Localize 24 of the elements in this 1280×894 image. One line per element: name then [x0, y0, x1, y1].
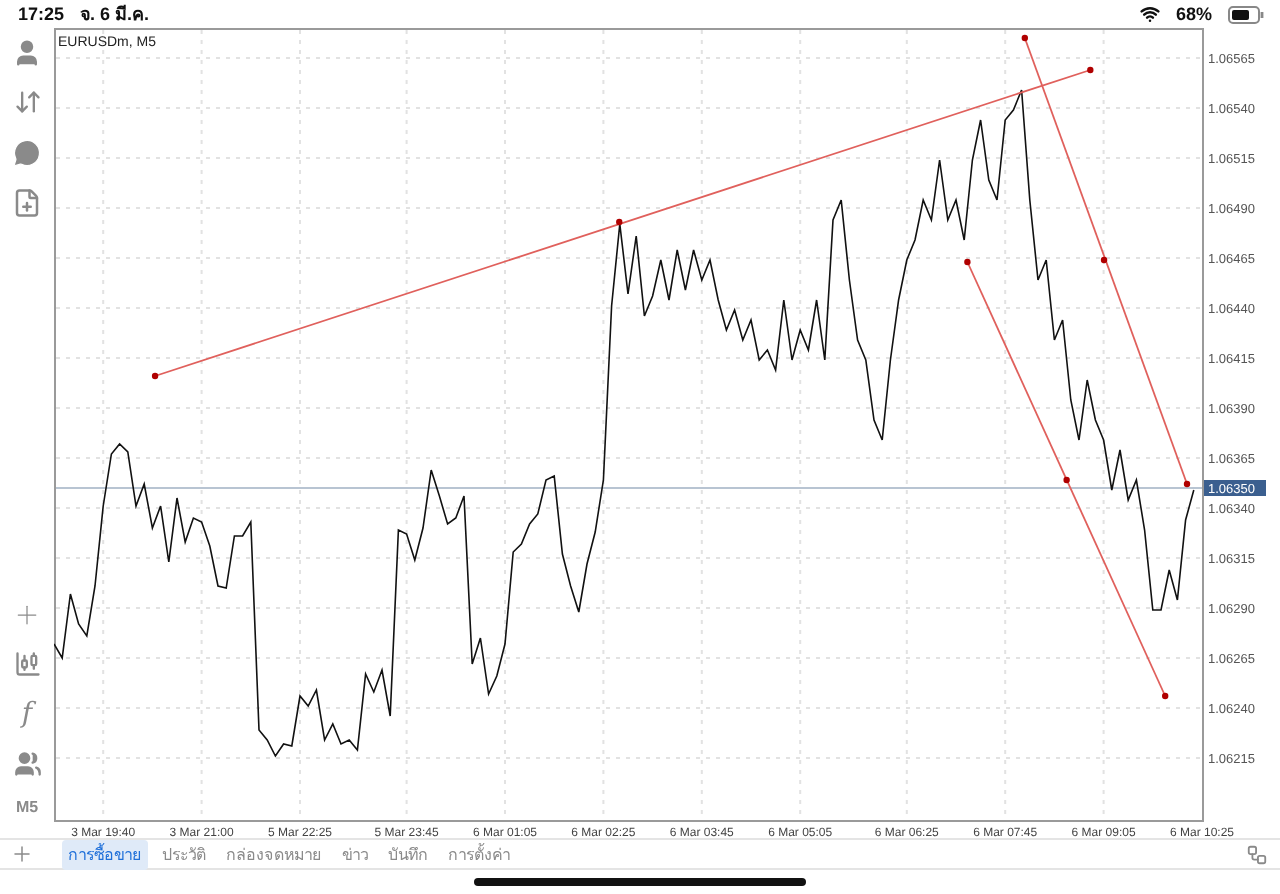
indicator-button[interactable]: f	[11, 698, 43, 730]
wifi-icon	[1139, 4, 1160, 24]
status-date: จ. 6 มี.ค.	[80, 2, 150, 28]
trend-line[interactable]	[151, 66, 1094, 380]
layout-icon[interactable]	[1246, 843, 1268, 865]
new-document-icon[interactable]	[11, 186, 43, 218]
trade-arrows-icon[interactable]	[11, 86, 43, 118]
status-time: 17:25	[18, 4, 65, 24]
candlestick-icon[interactable]	[11, 648, 43, 680]
tab[interactable]: การตั้งค่า	[442, 839, 516, 869]
trend-line[interactable]	[1021, 34, 1191, 488]
tab[interactable]: ข่าว	[336, 839, 374, 869]
battery-percent: 68%	[1175, 4, 1212, 24]
tab[interactable]: บันทึก	[382, 839, 434, 869]
timeframe-button[interactable]: M5	[15, 798, 39, 816]
people-icon[interactable]	[11, 748, 43, 780]
battery-icon	[1228, 5, 1264, 23]
account-icon[interactable]	[11, 36, 43, 68]
chat-icon[interactable]	[11, 136, 43, 168]
tab[interactable]: ประวัติ	[156, 839, 212, 869]
trend-line[interactable]	[964, 258, 1169, 700]
add-icon[interactable]	[10, 842, 34, 866]
tab[interactable]: การซื้อขาย	[62, 839, 148, 869]
tab[interactable]: กล่องจดหมาย	[220, 839, 328, 869]
